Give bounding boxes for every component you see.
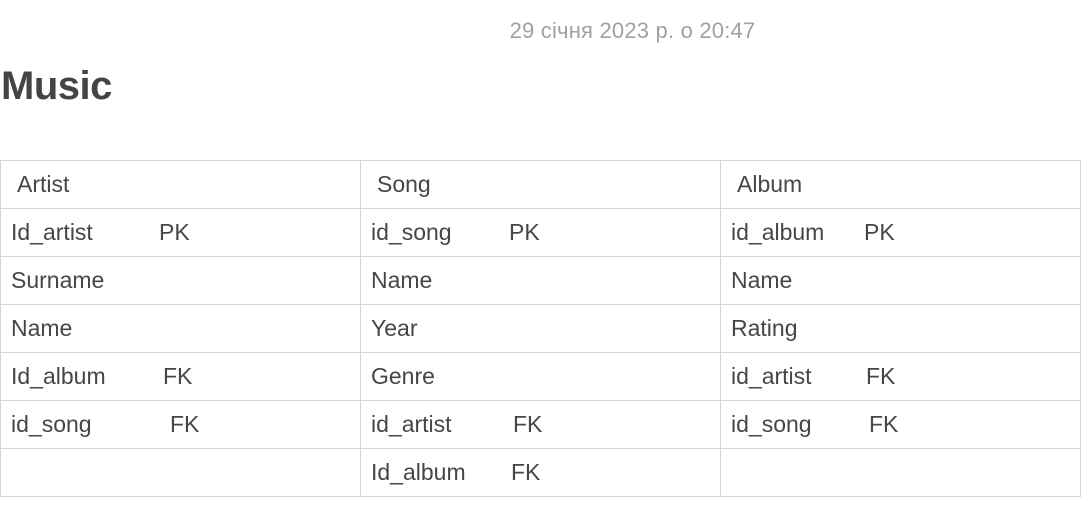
field-name: Surname xyxy=(11,267,105,293)
table-cell[interactable]: id_artist FK xyxy=(720,352,1081,401)
table-cell[interactable]: Genre xyxy=(360,352,721,401)
table-cell[interactable]: Name xyxy=(0,304,361,353)
table-row: Id_album FK Genre id_artist FK xyxy=(0,352,1081,401)
field-name: Rating xyxy=(731,315,798,341)
field-name: Name xyxy=(371,267,433,293)
field-name: Year xyxy=(371,315,418,341)
note-title[interactable]: Music xyxy=(1,64,112,109)
field-name: id_song xyxy=(371,219,452,245)
field-key: FK xyxy=(163,363,193,389)
note-timestamp: 29 січня 2023 р. о 20:47 xyxy=(509,18,756,43)
table-row: Name Year Rating xyxy=(0,304,1081,353)
table-header-row: Artist Song Album xyxy=(0,160,1081,209)
field-name: Name xyxy=(11,315,73,341)
table-cell[interactable]: Surname xyxy=(0,256,361,305)
schema-table[interactable]: Artist Song Album Id_artist PK id_song PK … xyxy=(0,160,1081,497)
table-cell[interactable]: id_album PK xyxy=(720,208,1081,257)
table-row: Id_album FK xyxy=(0,448,1081,497)
table-cell[interactable] xyxy=(0,448,361,497)
table-cell[interactable]: id_artist FK xyxy=(360,400,721,449)
field-key: FK xyxy=(513,411,543,437)
table-cell[interactable]: Name xyxy=(360,256,721,305)
field-name: id_song xyxy=(731,411,812,437)
field-name: Id_album xyxy=(371,459,466,485)
table-cell[interactable] xyxy=(720,448,1081,497)
table-cell[interactable]: Year xyxy=(360,304,721,353)
table-cell[interactable]: Id_artist PK xyxy=(0,208,361,257)
field-key: PK xyxy=(159,219,190,245)
table-cell[interactable]: Id_album FK xyxy=(0,352,361,401)
field-name: Id_artist xyxy=(11,219,93,245)
table-header-artist[interactable]: Artist xyxy=(0,160,361,209)
field-key: FK xyxy=(170,411,200,437)
field-name: id_artist xyxy=(371,411,452,437)
table-cell[interactable]: Name xyxy=(720,256,1081,305)
table-cell[interactable]: Rating xyxy=(720,304,1081,353)
field-key: FK xyxy=(866,363,896,389)
table-row: id_song FK id_artist FK id_song FK xyxy=(0,400,1081,449)
field-name: Id_album xyxy=(11,363,106,389)
field-key: FK xyxy=(869,411,899,437)
field-key: FK xyxy=(511,459,541,485)
field-name: id_artist xyxy=(731,363,812,389)
table-cell[interactable]: id_song FK xyxy=(0,400,361,449)
field-key: PK xyxy=(509,219,540,245)
table-row: Id_artist PK id_song PK id_album PK xyxy=(0,208,1081,257)
table-cell[interactable]: id_song PK xyxy=(360,208,721,257)
table-header-song[interactable]: Song xyxy=(360,160,721,209)
table-cell[interactable]: id_song FK xyxy=(720,400,1081,449)
field-key: PK xyxy=(864,219,895,245)
field-name: id_song xyxy=(11,411,92,437)
table-header-album[interactable]: Album xyxy=(720,160,1081,209)
table-cell[interactable]: Id_album FK xyxy=(360,448,721,497)
field-name: Name xyxy=(731,267,793,293)
field-name: Genre xyxy=(371,363,435,389)
field-name: id_album xyxy=(731,219,825,245)
table-row: Surname Name Name xyxy=(0,256,1081,305)
